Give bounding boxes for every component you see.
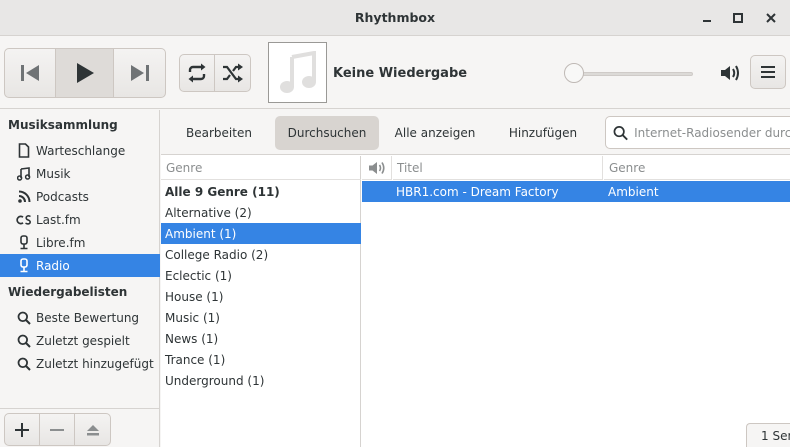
- search-input[interactable]: [634, 125, 790, 140]
- close-button[interactable]: [761, 8, 781, 28]
- maximize-button[interactable]: [728, 8, 748, 28]
- tab-durchsuchen[interactable]: Durchsuchen: [275, 116, 379, 150]
- sidebar-item-lastfm[interactable]: Last.fm: [0, 208, 160, 231]
- search-box: [605, 116, 790, 149]
- close-icon: [766, 13, 776, 23]
- genre-row[interactable]: House (1): [161, 286, 361, 307]
- minimize-button[interactable]: [697, 8, 717, 28]
- sidebar-item-zuletzt-gespielt[interactable]: Zuletzt gespielt: [0, 329, 160, 352]
- main-content: Bearbeiten Durchsuchen Alle anzeigen Hin…: [161, 110, 790, 447]
- genre-row[interactable]: Music (1): [161, 307, 361, 328]
- minus-icon: [50, 428, 64, 431]
- table-row[interactable]: HBR1.com - Dream Factory Ambient: [362, 181, 790, 202]
- tab-alle-anzeigen[interactable]: Alle anzeigen: [389, 116, 481, 150]
- shuffle-button[interactable]: [215, 55, 250, 91]
- sidebar-item-label: Beste Bewertung: [36, 310, 140, 325]
- main-menu-button[interactable]: [750, 55, 786, 89]
- music-note-icon: [279, 50, 316, 93]
- genre-row[interactable]: Underground (1): [161, 370, 361, 391]
- genre-row[interactable]: News (1): [161, 328, 361, 349]
- sidebar-item-label: Last.fm: [36, 212, 81, 227]
- window-title: Rhythmbox: [354, 10, 436, 25]
- microphone-icon: [16, 235, 32, 251]
- playing-column-header[interactable]: [362, 156, 392, 180]
- genre-column-header[interactable]: Genre: [604, 156, 790, 180]
- genre-browser: Genre Alle 9 Genre (11) Alternative (2) …: [161, 156, 361, 447]
- playback-mode-controls: [179, 54, 251, 92]
- genre-row[interactable]: Alle 9 Genre (11): [161, 181, 361, 202]
- sidebar-item-musik[interactable]: Musik: [0, 162, 160, 185]
- sidebar-item-radio[interactable]: Radio: [0, 254, 160, 277]
- view-tab-bar: Bearbeiten Durchsuchen Alle anzeigen Hin…: [161, 110, 790, 155]
- plus-icon: [15, 422, 29, 437]
- status-text: 1 Sender: [761, 428, 790, 443]
- radio-mic-icon: [16, 258, 32, 274]
- play-button[interactable]: [56, 49, 114, 97]
- genre-column-header[interactable]: Genre: [161, 156, 361, 180]
- volume-icon: [721, 65, 739, 81]
- tab-hinzufuegen[interactable]: Hinzufügen: [499, 116, 587, 150]
- remove-playlist-button[interactable]: [40, 414, 75, 445]
- transport-controls: [4, 48, 166, 98]
- shuffle-icon: [222, 63, 243, 83]
- station-list: Titel Genre HBR1.com - Dream Factory Amb…: [362, 156, 790, 447]
- sidebar-item-label: Podcasts: [36, 189, 89, 204]
- lastfm-icon: [16, 212, 32, 228]
- search-icon: [16, 310, 32, 326]
- tab-bearbeiten[interactable]: Bearbeiten: [177, 116, 261, 150]
- volume-button[interactable]: [719, 63, 741, 83]
- sidebar-item-zuletzt-hinzugefuegt[interactable]: Zuletzt hinzugefügt: [0, 352, 160, 375]
- playlists-heading: Wiedergabelisten: [8, 285, 128, 299]
- sidebar-item-label: Musik: [36, 166, 71, 181]
- document-icon: [16, 143, 32, 159]
- genre-row[interactable]: Eclectic (1): [161, 265, 361, 286]
- sidebar-item-label: Zuletzt gespielt: [36, 333, 130, 348]
- sidebar-item-warteschlange[interactable]: Warteschlange: [0, 139, 160, 162]
- search-icon: [613, 125, 628, 140]
- player-toolbar: Keine Wiedergabe: [0, 37, 790, 109]
- station-title: HBR1.com - Dream Factory: [396, 184, 559, 199]
- genre-row[interactable]: Ambient (1): [161, 223, 361, 244]
- eject-button[interactable]: [75, 414, 110, 445]
- sidebar-item-beste-bewertung[interactable]: Beste Bewertung: [0, 306, 160, 329]
- speaker-icon: [368, 161, 385, 174]
- sidebar-item-label: Libre.fm: [36, 235, 86, 250]
- sidebar-item-podcasts[interactable]: Podcasts: [0, 185, 160, 208]
- library-heading: Musiksammlung: [8, 118, 118, 132]
- rss-icon: [16, 189, 32, 205]
- album-art: [268, 42, 327, 103]
- sidebar-item-label: Radio: [36, 258, 70, 273]
- music-note-icon: [16, 166, 32, 182]
- source-sidebar: Musiksammlung Warteschlange Musik Podcas…: [0, 110, 160, 447]
- playlist-actions: [4, 413, 111, 446]
- search-icon: [16, 333, 32, 349]
- sidebar-item-label: Zuletzt hinzugefügt: [36, 356, 154, 371]
- skip-back-icon: [21, 65, 39, 81]
- search-icon: [16, 356, 32, 372]
- maximize-icon: [733, 13, 743, 23]
- position-slider[interactable]: [567, 72, 693, 76]
- sidebar-footer: [0, 408, 160, 447]
- position-slider-handle[interactable]: [564, 63, 584, 83]
- eject-icon: [86, 424, 99, 435]
- title-column-header[interactable]: Titel: [393, 156, 603, 180]
- hamburger-menu-icon: [761, 66, 775, 78]
- minimize-icon: [703, 20, 711, 22]
- genre-row[interactable]: Alternative (2): [161, 202, 361, 223]
- sidebar-item-label: Warteschlange: [36, 143, 126, 158]
- sidebar-item-librefm[interactable]: Libre.fm: [0, 231, 160, 254]
- repeat-button[interactable]: [180, 55, 215, 91]
- previous-button[interactable]: [5, 49, 56, 97]
- station-genre: Ambient: [608, 184, 659, 199]
- title-bar: Rhythmbox: [0, 0, 790, 36]
- now-playing-label: Keine Wiedergabe: [333, 66, 468, 81]
- repeat-icon: [188, 63, 206, 83]
- genre-row[interactable]: Trance (1): [161, 349, 361, 370]
- skip-forward-icon: [130, 65, 149, 81]
- play-icon: [76, 63, 94, 83]
- genre-row[interactable]: College Radio (2): [161, 244, 361, 265]
- status-bar: 1 Sender: [746, 423, 790, 447]
- next-button[interactable]: [114, 49, 165, 97]
- add-playlist-button[interactable]: [5, 414, 40, 445]
